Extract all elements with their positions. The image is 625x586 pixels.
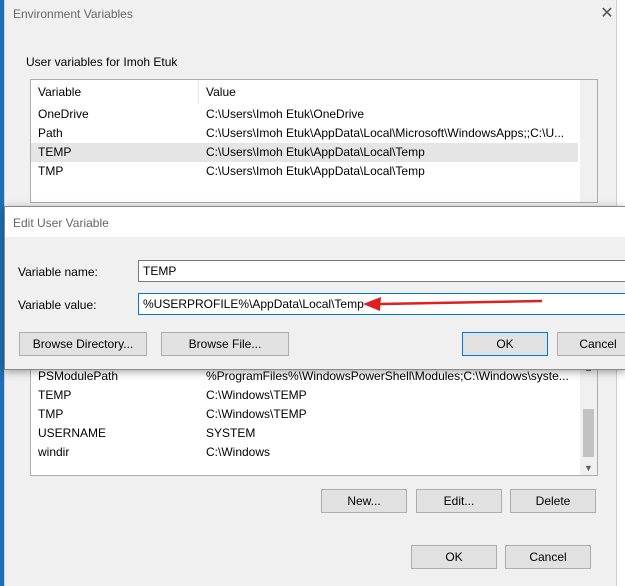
scrollbar-thumb[interactable]: [583, 409, 594, 457]
variable-name-cell: TMP: [38, 164, 64, 178]
cancel-button[interactable]: Cancel: [557, 332, 625, 356]
variable-value-cell: C:\Users\Imoh Etuk\AppData\Local\Temp: [206, 164, 425, 178]
variable-name-cell: windir: [38, 445, 70, 459]
delete-system-variable-button[interactable]: Delete: [510, 489, 596, 513]
variable-value-cell: C:\Users\Imoh Etuk\AppData\Local\Temp: [206, 145, 425, 159]
variable-name-cell: TEMP: [38, 145, 72, 159]
variable-value-input[interactable]: %USERPROFILE%\AppData\Local\Temp: [138, 293, 625, 315]
scroll-down-icon[interactable]: ▼: [580, 461, 597, 475]
dialog-title: Environment Variables: [13, 7, 133, 21]
variable-name-label: Variable name:: [18, 265, 98, 279]
browse-directory-button[interactable]: Browse Directory...: [19, 332, 147, 356]
table-row[interactable]: Path C:\Users\Imoh Etuk\AppData\Local\Mi…: [31, 124, 578, 143]
variable-name-cell: Path: [38, 126, 63, 140]
cancel-button[interactable]: Cancel: [505, 545, 591, 569]
variable-value-cell: C:\Windows\TEMP: [206, 407, 307, 421]
variable-value-label: Variable value:: [18, 298, 97, 312]
close-icon[interactable]: ✕: [597, 4, 617, 24]
table-row[interactable]: TMP C:\Windows\TEMP: [31, 405, 578, 424]
table-row[interactable]: OneDrive C:\Users\Imoh Etuk\OneDrive: [31, 105, 578, 124]
column-header-value[interactable]: Value: [199, 80, 582, 104]
table-row[interactable]: TMP C:\Users\Imoh Etuk\AppData\Local\Tem…: [31, 162, 578, 181]
variable-name-cell: OneDrive: [38, 107, 89, 121]
table-row[interactable]: USERNAME SYSTEM: [31, 424, 578, 443]
variable-value-cell: C:\Windows: [206, 445, 271, 459]
user-list-scrollbar[interactable]: [580, 80, 597, 202]
table-row[interactable]: windir C:\Windows: [31, 443, 578, 462]
variable-value-cell: C:\Windows\TEMP: [206, 388, 307, 402]
variable-name-input[interactable]: TEMP: [138, 260, 625, 282]
browse-file-button[interactable]: Browse File...: [161, 332, 289, 356]
variable-value-cell: C:\Users\Imoh Etuk\OneDrive: [206, 107, 365, 121]
edit-user-variable-dialog: Edit User Variable Variable name: TEMP V…: [4, 206, 625, 370]
user-variables-list[interactable]: Variable Value OneDrive C:\Users\Imoh Et…: [30, 79, 598, 203]
ok-button[interactable]: OK: [462, 332, 548, 356]
variable-name-cell: TEMP: [38, 388, 72, 402]
column-header-variable[interactable]: Variable: [31, 80, 199, 104]
dialog-title: Edit User Variable: [13, 216, 109, 230]
variable-value-cell: SYSTEM: [206, 426, 256, 440]
variable-name-cell: TMP: [38, 407, 64, 421]
table-row[interactable]: TEMP C:\Windows\TEMP: [31, 386, 578, 405]
ok-button[interactable]: OK: [411, 545, 497, 569]
system-list-scrollbar[interactable]: ▲ ▼: [580, 361, 597, 475]
user-variables-group-label: User variables for Imoh Etuk: [26, 55, 178, 69]
variable-value-cell: C:\Users\Imoh Etuk\AppData\Local\Microso…: [206, 126, 565, 140]
variable-name-cell: USERNAME: [38, 426, 107, 440]
new-system-variable-button[interactable]: New...: [321, 489, 407, 513]
system-variables-list[interactable]: PSModulePath %ProgramFiles%\WindowsPower…: [30, 360, 598, 476]
edit-system-variable-button[interactable]: Edit...: [416, 489, 502, 513]
table-row-selected[interactable]: TEMP C:\Users\Imoh Etuk\AppData\Local\Te…: [31, 143, 578, 162]
